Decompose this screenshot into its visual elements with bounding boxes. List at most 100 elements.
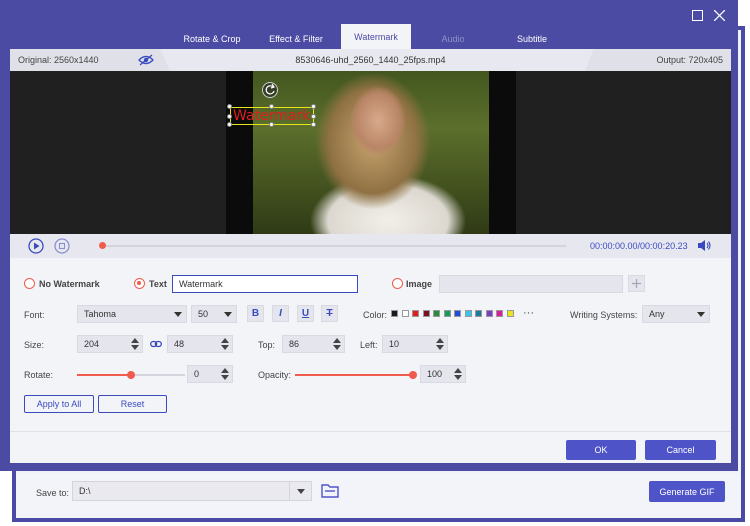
- rotate-slider[interactable]: [77, 371, 185, 379]
- resize-handle[interactable]: [227, 122, 232, 127]
- top-stepper[interactable]: 86: [282, 335, 345, 353]
- width-value: 204: [84, 339, 100, 349]
- link-icon[interactable]: [150, 339, 162, 349]
- tab-watermark[interactable]: Watermark: [341, 24, 411, 49]
- writing-systems-label: Writing Systems:: [570, 310, 638, 320]
- resize-handle[interactable]: [227, 114, 232, 119]
- watermark-text-input[interactable]: Watermark: [172, 275, 358, 293]
- font-family-select[interactable]: Tahoma: [77, 305, 187, 323]
- top-value: 86: [289, 339, 300, 349]
- color-swatch[interactable]: [485, 310, 493, 317]
- tab-audio[interactable]: Audio: [420, 28, 486, 50]
- tab-rotate-crop[interactable]: Rotate & Crop: [172, 28, 252, 50]
- volume-icon[interactable]: [697, 239, 711, 252]
- bottom-bar: Save to: D:\ Generate GIF: [16, 474, 741, 518]
- resize-handle[interactable]: [311, 114, 316, 119]
- save-to-value: D:\: [79, 486, 91, 496]
- chevron-down-icon: [224, 312, 232, 317]
- tab-effect-filter[interactable]: Effect & Filter: [256, 28, 336, 50]
- folder-icon[interactable]: [321, 482, 339, 498]
- video-preview: Watermark: [10, 71, 731, 234]
- timeline-track[interactable]: [102, 245, 566, 247]
- color-swatch[interactable]: [454, 310, 461, 317]
- save-to-field[interactable]: D:\: [72, 481, 312, 501]
- ok-button[interactable]: OK: [566, 440, 636, 460]
- generate-gif-button[interactable]: Generate GIF: [649, 481, 725, 502]
- timeline-playhead[interactable]: [99, 242, 106, 249]
- time-display: 00:00:00.00/00:00:20.23: [590, 241, 688, 251]
- rotate-slider-fill: [77, 374, 131, 376]
- opacity-stepper[interactable]: 100: [420, 365, 466, 383]
- tab-subtitle[interactable]: Subtitle: [496, 28, 568, 50]
- output-resolution: Output: 720x405: [656, 55, 723, 65]
- stepper-arrows-icon[interactable]: [131, 338, 139, 350]
- color-swatch[interactable]: [464, 310, 472, 317]
- color-label: Color:: [363, 310, 388, 320]
- dialog-tabbar: Rotate & Crop Effect & Filter Watermark …: [0, 0, 738, 49]
- stepper-arrows-icon[interactable]: [454, 368, 462, 380]
- opacity-slider[interactable]: [295, 371, 417, 379]
- left-stepper[interactable]: 10: [382, 335, 448, 353]
- reset-button[interactable]: Reset: [98, 395, 167, 413]
- text-radio[interactable]: [134, 278, 145, 289]
- rotate-stepper[interactable]: 0: [187, 365, 233, 383]
- image-path-field[interactable]: [439, 275, 623, 293]
- color-swatch[interactable]: [433, 310, 440, 317]
- rotate-value: 0: [194, 369, 200, 379]
- bold-button[interactable]: B: [247, 305, 264, 322]
- height-value: 48: [174, 339, 185, 349]
- image-label: Image: [406, 279, 433, 289]
- chevron-down-icon[interactable]: [289, 482, 311, 500]
- color-swatch[interactable]: [422, 310, 430, 317]
- more-colors-icon[interactable]: ···: [523, 307, 534, 319]
- file-name: 8530646-uhd_2560_1440_25fps.mp4: [295, 55, 446, 65]
- color-swatch[interactable]: [412, 310, 419, 317]
- add-image-button[interactable]: [628, 275, 645, 292]
- cancel-button[interactable]: Cancel: [645, 440, 716, 460]
- top-label: Top:: [258, 340, 276, 350]
- resize-handle[interactable]: [269, 122, 274, 127]
- resize-handle[interactable]: [311, 104, 316, 109]
- stepper-arrows-icon[interactable]: [221, 368, 229, 380]
- stepper-arrows-icon[interactable]: [221, 338, 229, 350]
- no-watermark-radio[interactable]: [24, 278, 35, 289]
- resize-handle[interactable]: [227, 104, 232, 109]
- text-label: Text: [149, 279, 167, 289]
- color-swatch[interactable]: [475, 310, 482, 317]
- dialog-content: Original: 2560x1440 8530646-uhd_2560_144…: [10, 49, 731, 463]
- watermark-text-value: Watermark: [179, 279, 223, 289]
- opacity-slider-knob[interactable]: [409, 371, 417, 379]
- resize-handle[interactable]: [269, 104, 274, 109]
- underline-button[interactable]: U: [297, 305, 314, 322]
- no-watermark-label: No Watermark: [39, 279, 100, 289]
- apply-to-all-button[interactable]: Apply to All: [24, 395, 94, 413]
- strikethrough-button[interactable]: T: [321, 305, 338, 322]
- stop-icon[interactable]: [54, 238, 70, 254]
- color-swatch[interactable]: [391, 310, 398, 317]
- color-palette: [391, 307, 531, 321]
- resize-handle[interactable]: [311, 122, 316, 127]
- left-value: 10: [389, 339, 400, 349]
- stepper-arrows-icon[interactable]: [436, 338, 444, 350]
- opacity-value: 100: [427, 369, 443, 379]
- info-bar: Original: 2560x1440 8530646-uhd_2560_144…: [10, 49, 731, 71]
- close-icon[interactable]: [713, 9, 726, 22]
- color-swatch[interactable]: [443, 310, 451, 317]
- font-size-select[interactable]: 50: [191, 305, 237, 323]
- color-swatch[interactable]: [496, 310, 503, 317]
- height-stepper[interactable]: 48: [167, 335, 233, 353]
- chevron-down-icon: [174, 312, 182, 317]
- rotate-slider-knob[interactable]: [127, 371, 135, 379]
- maximize-icon[interactable]: [692, 10, 704, 22]
- image-radio[interactable]: [392, 278, 403, 289]
- color-swatch[interactable]: [506, 310, 514, 317]
- stepper-arrows-icon[interactable]: [333, 338, 341, 350]
- width-stepper[interactable]: 204: [77, 335, 143, 353]
- size-label: Size:: [24, 340, 45, 350]
- play-icon[interactable]: [28, 238, 44, 254]
- writing-systems-select[interactable]: Any: [642, 305, 710, 323]
- italic-button[interactable]: I: [272, 305, 289, 322]
- rotate-handle-icon[interactable]: [262, 82, 278, 98]
- font-size-value: 50: [198, 309, 209, 319]
- color-swatch[interactable]: [401, 310, 409, 317]
